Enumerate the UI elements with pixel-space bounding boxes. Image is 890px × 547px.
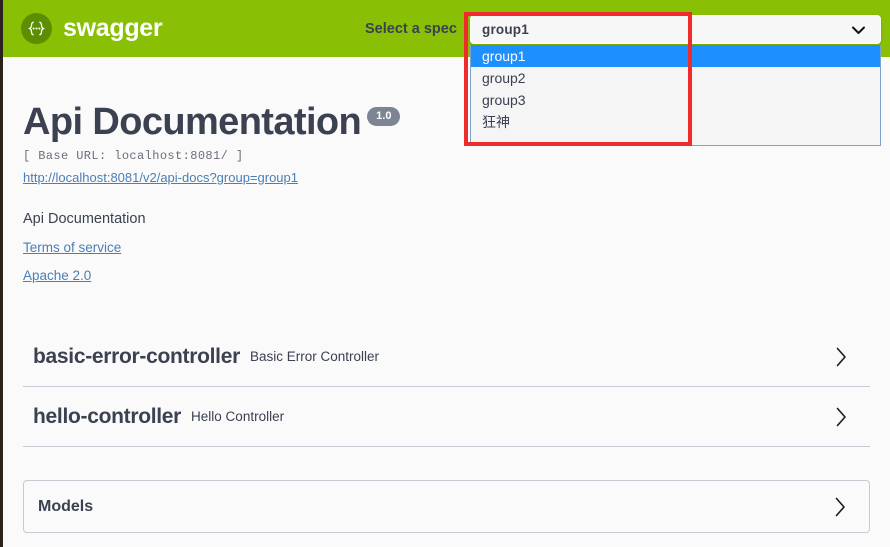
swagger-logo-text: swagger bbox=[63, 14, 163, 42]
tag-section-basic-error-controller[interactable]: basic-error-controller Basic Error Contr… bbox=[23, 327, 870, 387]
swagger-braces-icon bbox=[21, 13, 52, 44]
swagger-ui-page: swagger Select a spec group1 group1 grou… bbox=[0, 0, 890, 547]
spec-option-kuangshen[interactable]: 狂神 bbox=[471, 111, 880, 133]
tag-description: Hello Controller bbox=[191, 409, 285, 424]
chevron-right-icon[interactable] bbox=[834, 496, 847, 517]
terms-of-service-link[interactable]: Terms of service bbox=[23, 240, 121, 255]
version-badge: 1.0 bbox=[367, 107, 401, 126]
base-url: [ Base URL: localhost:8081/ ] bbox=[23, 149, 244, 163]
dropdown-empty-space bbox=[471, 133, 880, 145]
license-link[interactable]: Apache 2.0 bbox=[23, 268, 91, 283]
swagger-logo[interactable]: swagger bbox=[21, 13, 163, 44]
api-docs-link[interactable]: http://localhost:8081/v2/api-docs?group=… bbox=[23, 170, 298, 185]
models-title: Models bbox=[38, 497, 94, 515]
tag-name: hello-controller bbox=[33, 404, 182, 428]
spec-option-group3[interactable]: group3 bbox=[471, 89, 880, 111]
chevron-right-icon[interactable] bbox=[835, 346, 848, 367]
tag-sections: basic-error-controller Basic Error Contr… bbox=[3, 327, 890, 447]
spec-select[interactable]: group1 bbox=[470, 15, 881, 44]
spec-option-group2[interactable]: group2 bbox=[471, 67, 880, 89]
spec-select-dropdown[interactable]: group1 group2 group3 狂神 bbox=[470, 45, 881, 146]
chevron-right-icon[interactable] bbox=[835, 406, 848, 427]
api-description: Api Documentation bbox=[23, 211, 146, 227]
select-spec-label: Select a spec bbox=[365, 21, 457, 37]
spec-option-group1[interactable]: group1 bbox=[471, 45, 880, 67]
tag-section-hello-controller[interactable]: hello-controller Hello Controller bbox=[23, 387, 870, 447]
models-section[interactable]: Models bbox=[23, 480, 870, 533]
chevron-down-icon bbox=[851, 25, 866, 35]
tag-name: basic-error-controller bbox=[33, 344, 240, 368]
tag-description: Basic Error Controller bbox=[249, 349, 380, 364]
spec-select-value: group1 bbox=[482, 22, 529, 37]
page-title: Api Documentation bbox=[23, 101, 362, 143]
